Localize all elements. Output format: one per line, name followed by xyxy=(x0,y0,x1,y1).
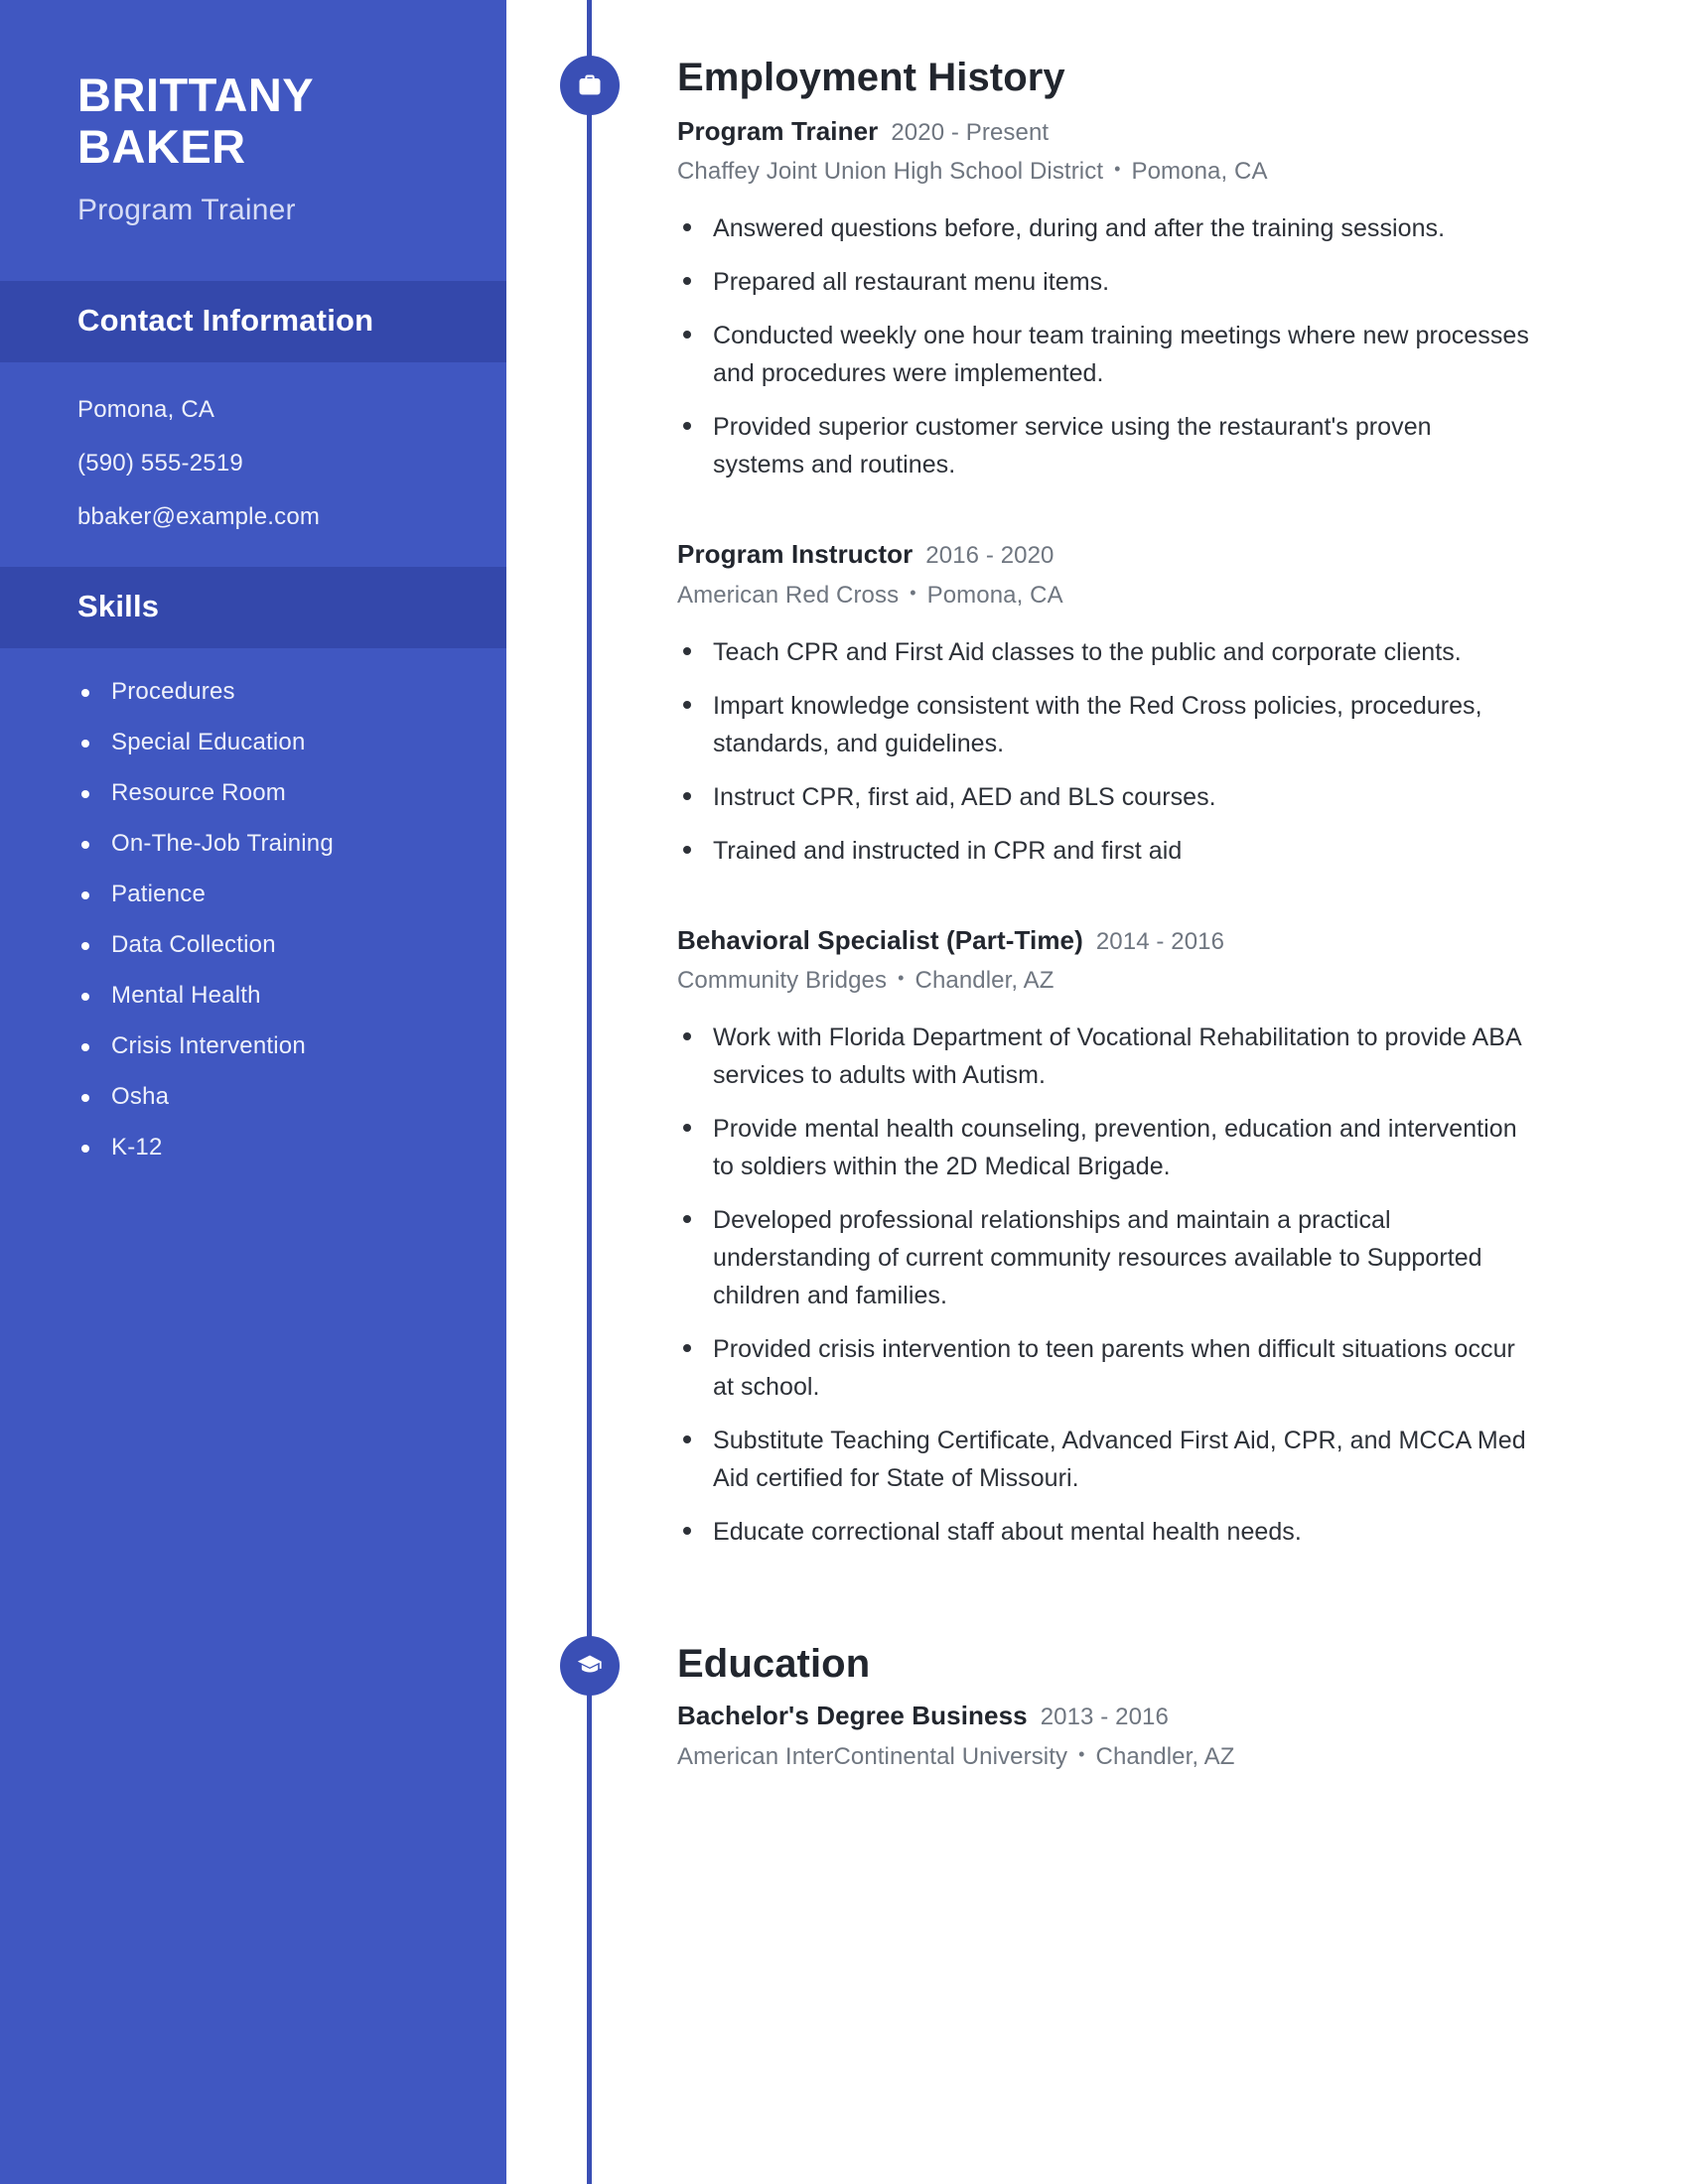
education-entry: Bachelor's Degree Business 2013 - 2016 Am… xyxy=(677,1699,1529,1770)
list-item: On-The-Job Training xyxy=(77,830,457,858)
list-item: Substitute Teaching Certificate, Advance… xyxy=(677,1422,1529,1497)
entry-header: Bachelor's Degree Business 2013 - 2016 xyxy=(677,1699,1529,1733)
entry-location: Pomona, CA xyxy=(926,581,1063,609)
entry-company: Chaffey Joint Union High School District xyxy=(677,158,1104,186)
entry-meta: American InterContinental University • Cha… xyxy=(677,1743,1529,1771)
entry-company: Community Bridges xyxy=(677,967,888,995)
resume-page: BRITTANY BAKER Program Trainer Contact I… xyxy=(0,0,1688,2184)
entry-location: Chandler, AZ xyxy=(914,967,1055,995)
skills-details: Procedures Special Education Resource Ro… xyxy=(0,648,506,1224)
entry-role: Program Trainer xyxy=(677,116,879,146)
employment-entry: Program Instructor 2016 - 2020 American R… xyxy=(677,537,1529,869)
entry-bullets: Answered questions before, during and af… xyxy=(677,209,1529,483)
list-item: Educate correctional staff about mental … xyxy=(677,1513,1529,1551)
entry-location: Chandler, AZ xyxy=(1095,1742,1235,1770)
entry-dates: 2020 - Present xyxy=(891,119,1050,146)
list-item: Work with Florida Department of Vocation… xyxy=(677,1019,1529,1094)
separator-dot: • xyxy=(1078,1743,1085,1764)
contact-email: bbaker@example.com xyxy=(77,503,321,531)
entry-meta: Community Bridges • Chandler, AZ xyxy=(677,967,1529,995)
list-item: Provide mental health counseling, preven… xyxy=(677,1110,1529,1185)
list-item: Special Education xyxy=(77,729,457,756)
entry-degree: Bachelor's Degree Business xyxy=(677,1701,1028,1731)
list-item: Mental Health xyxy=(77,982,457,1010)
skills-heading: Skills xyxy=(77,589,160,624)
entry-header: Program Trainer 2020 - Present xyxy=(677,114,1529,149)
list-item: Provided crisis intervention to teen par… xyxy=(677,1330,1529,1406)
contact-section-header: Contact Information xyxy=(0,281,506,363)
list-item: Impart knowledge consistent with the Red… xyxy=(677,687,1529,762)
list-item: Developed professional relationships and… xyxy=(677,1201,1529,1314)
employment-entry: Program Trainer 2020 - Present Chaffey Jo… xyxy=(677,114,1529,483)
entry-meta: American Red Cross • Pomona, CA xyxy=(677,582,1529,610)
entry-company: American Red Cross xyxy=(677,581,900,609)
candidate-name: BRITTANY BAKER xyxy=(77,68,315,173)
list-item: Trained and instructed in CPR and first … xyxy=(677,832,1529,870)
content-column: Employment History Program Trainer 2020 -… xyxy=(506,0,1688,1771)
education-section: Education Bachelor's Degree Business 2013… xyxy=(506,1636,1529,1770)
graduation-cap-icon xyxy=(560,1636,620,1697)
briefcase-icon xyxy=(560,56,620,115)
separator-dot: • xyxy=(910,582,916,603)
list-item: Prepared all restaurant menu items. xyxy=(677,263,1529,301)
list-item: Data Collection xyxy=(77,931,457,959)
entry-bullets: Teach CPR and First Aid classes to the p… xyxy=(677,633,1529,870)
contact-phone: (590) 555-2519 xyxy=(77,450,243,478)
separator-dot: • xyxy=(898,968,905,989)
page-title: Education xyxy=(677,1642,871,1687)
entry-role: Program Instructor xyxy=(677,539,914,570)
entry-header: Program Instructor 2016 - 2020 xyxy=(677,537,1529,572)
entry-dates: 2013 - 2016 xyxy=(1040,1704,1169,1731)
list-item: Provided superior customer service using… xyxy=(677,408,1529,483)
employment-entry: Behavioral Specialist (Part-Time) 2014 - … xyxy=(677,923,1529,1551)
sidebar: BRITTANY BAKER Program Trainer Contact I… xyxy=(0,0,506,2184)
list-item: Osha xyxy=(77,1083,457,1111)
main-content: Employment History Program Trainer 2020 -… xyxy=(506,0,1688,2184)
entry-dates: 2014 - 2016 xyxy=(1095,927,1225,955)
entry-role: Behavioral Specialist (Part-Time) xyxy=(677,924,1083,955)
page-title: Employment History xyxy=(677,56,1065,99)
list-item: Procedures xyxy=(77,678,457,706)
list-item: Crisis Intervention xyxy=(77,1032,457,1060)
list-item: Patience xyxy=(77,881,457,908)
separator-dot: • xyxy=(1114,159,1121,180)
list-item: Conducted weekly one hour team training … xyxy=(677,317,1529,392)
skills-section-header: Skills xyxy=(0,567,506,649)
list-item: Teach CPR and First Aid classes to the p… xyxy=(677,633,1529,671)
entry-header: Behavioral Specialist (Part-Time) 2014 - … xyxy=(677,923,1529,958)
skills-list: Procedures Special Education Resource Ro… xyxy=(77,678,457,1161)
contact-details: Pomona, CA (590) 555-2519 bbaker@example… xyxy=(0,362,506,567)
identity-block: BRITTANY BAKER Program Trainer xyxy=(0,0,506,281)
entry-location: Pomona, CA xyxy=(1131,158,1268,186)
entry-bullets: Work with Florida Department of Vocation… xyxy=(677,1019,1529,1551)
candidate-job-title: Program Trainer xyxy=(77,194,296,227)
list-item: Instruct CPR, first aid, AED and BLS cou… xyxy=(677,778,1529,816)
list-item: Resource Room xyxy=(77,779,457,807)
contact-heading: Contact Information xyxy=(77,303,374,339)
entry-meta: Chaffey Joint Union High School District… xyxy=(677,158,1529,186)
list-item: Answered questions before, during and af… xyxy=(677,209,1529,247)
list-item: K-12 xyxy=(77,1134,457,1161)
employment-history-section: Employment History Program Trainer 2020 -… xyxy=(506,0,1529,1551)
entry-school: American InterContinental University xyxy=(677,1742,1068,1770)
contact-location: Pomona, CA xyxy=(77,396,215,424)
entry-dates: 2016 - 2020 xyxy=(925,542,1055,570)
